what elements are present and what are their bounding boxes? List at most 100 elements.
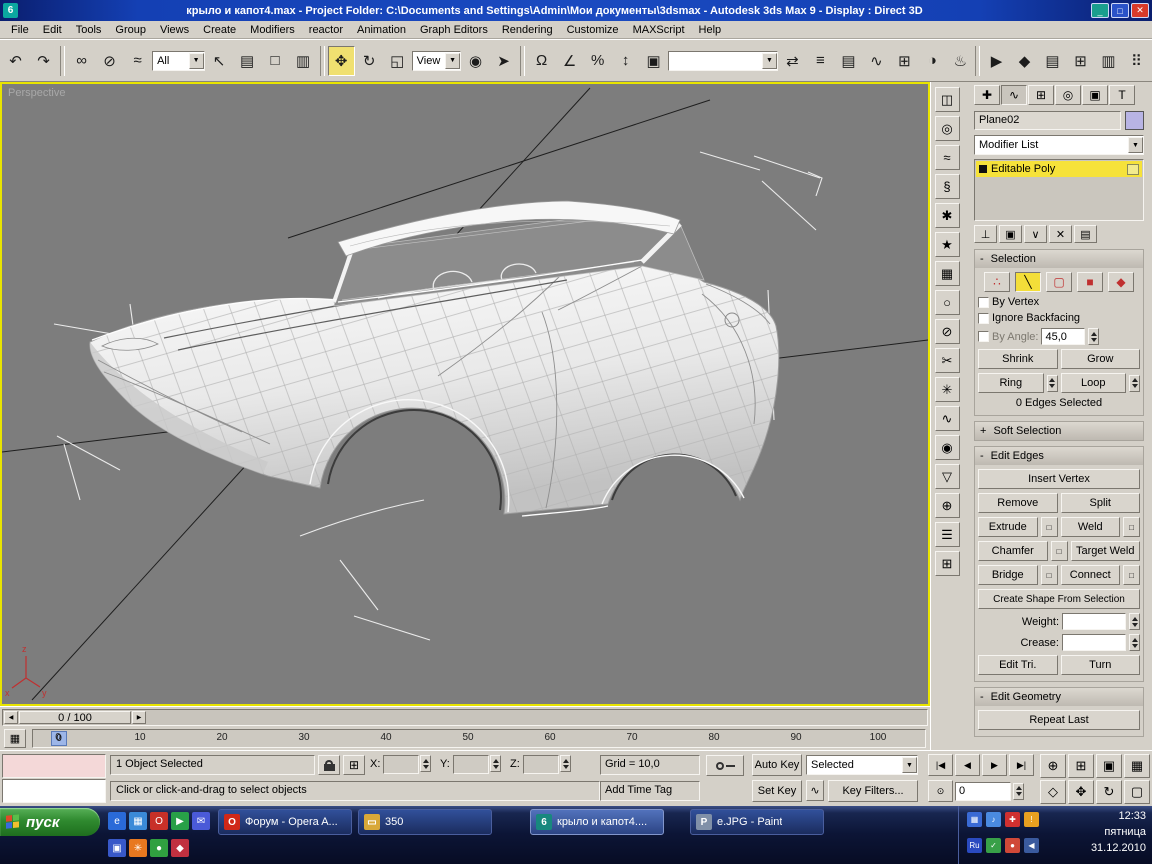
- element-mode-icon[interactable]: ◆: [1108, 272, 1134, 292]
- extras-icon[interactable]: ⠿: [1123, 46, 1150, 76]
- polygon-mode-icon[interactable]: ■: [1077, 272, 1103, 292]
- vertex-mode-icon[interactable]: ∴: [984, 272, 1010, 292]
- loop-button[interactable]: Loop: [1061, 373, 1127, 393]
- make-unique-icon[interactable]: ∨: [1024, 225, 1047, 243]
- turn-button[interactable]: Turn: [1061, 655, 1141, 675]
- spinner-snap-icon[interactable]: ↕: [612, 46, 639, 76]
- weld-button[interactable]: Weld: [1061, 517, 1121, 537]
- select-and-rotate-icon[interactable]: ↻: [356, 46, 383, 76]
- configure-modifier-sets-icon[interactable]: ▤: [1074, 225, 1097, 243]
- by-vertex-checkbox[interactable]: [978, 297, 989, 308]
- menu-item[interactable]: Tools: [69, 22, 109, 38]
- menu-item[interactable]: Animation: [350, 22, 413, 38]
- taskbar-task-paint[interactable]: P e.JPG - Paint: [690, 809, 824, 835]
- close-button-icon[interactable]: ✕: [1131, 3, 1149, 18]
- extrude-button[interactable]: Extrude: [978, 517, 1038, 537]
- select-and-scale-icon[interactable]: ◱: [384, 46, 411, 76]
- menu-item[interactable]: reactor: [302, 22, 350, 38]
- modifier-stack-item-label[interactable]: Editable Poly: [991, 163, 1055, 175]
- render-last-icon[interactable]: ◆: [1011, 46, 1038, 76]
- bridge-settings-icon[interactable]: □: [1041, 565, 1058, 585]
- shrink-button[interactable]: Shrink: [978, 349, 1058, 369]
- bridge-button[interactable]: Bridge: [978, 565, 1038, 585]
- select-and-manipulate-icon[interactable]: ➤: [490, 46, 517, 76]
- schematic-view-icon[interactable]: ⊞: [891, 46, 918, 76]
- repeat-last-button[interactable]: Repeat Last: [978, 710, 1140, 730]
- side-tool-icon-2[interactable]: ◎: [935, 116, 960, 141]
- key-mode-dropdown[interactable]: Selected ▼: [806, 755, 918, 775]
- weight-field[interactable]: [1062, 613, 1126, 630]
- tab-display-icon[interactable]: ▣: [1082, 85, 1108, 105]
- grow-button[interactable]: Grow: [1061, 349, 1141, 369]
- chamfer-settings-icon[interactable]: □: [1051, 541, 1068, 561]
- modifier-stack-selected-row[interactable]: Editable Poly: [976, 161, 1142, 177]
- quicklaunch-icon-9[interactable]: ◆: [171, 839, 189, 857]
- side-tool-icon-5[interactable]: ✱: [935, 203, 960, 228]
- menu-item[interactable]: Views: [153, 22, 196, 38]
- set-key-button[interactable]: Set Key: [752, 780, 802, 802]
- menu-item[interactable]: Edit: [36, 22, 69, 38]
- chevron-down-icon[interactable]: ▼: [762, 53, 777, 69]
- select-and-link-icon[interactable]: ∞: [68, 46, 95, 76]
- quicklaunch-icon-7[interactable]: ✳: [129, 839, 147, 857]
- auto-key-button[interactable]: Auto Key: [752, 754, 802, 776]
- previous-frame-icon[interactable]: ◀: [955, 754, 980, 776]
- menu-item[interactable]: Help: [692, 22, 729, 38]
- z-spinner[interactable]: [560, 755, 571, 772]
- taskbar-task-opera[interactable]: O Форум - Opera A...: [218, 809, 352, 835]
- perspective-viewport[interactable]: Perspective: [0, 82, 930, 706]
- start-button[interactable]: пуск: [0, 808, 100, 836]
- border-mode-icon[interactable]: ▢: [1046, 272, 1072, 292]
- target-weld-button[interactable]: Target Weld: [1071, 541, 1141, 561]
- menu-item[interactable]: MAXScript: [626, 22, 692, 38]
- menu-item[interactable]: Rendering: [495, 22, 560, 38]
- soft-selection-rollout-header[interactable]: + Soft Selection: [975, 422, 1143, 440]
- selection-lock-icon[interactable]: [318, 755, 340, 775]
- tray-antivirus-icon[interactable]: ✚: [1005, 812, 1020, 827]
- field-of-view-icon[interactable]: ◇: [1040, 780, 1066, 804]
- ring-spinner[interactable]: [1047, 375, 1058, 392]
- loop-spinner[interactable]: [1129, 375, 1140, 392]
- by-angle-spinner[interactable]: [1088, 328, 1099, 345]
- select-object-icon[interactable]: ↖: [206, 46, 233, 76]
- menu-item[interactable]: Graph Editors: [413, 22, 495, 38]
- select-and-move-icon[interactable]: ✥: [328, 46, 355, 76]
- chevron-down-icon[interactable]: ▼: [189, 53, 204, 69]
- by-angle-checkbox[interactable]: [978, 331, 989, 342]
- menu-item[interactable]: Group: [108, 22, 153, 38]
- redo-icon[interactable]: ↷: [30, 46, 57, 76]
- maximize-viewport-icon[interactable]: ▢: [1124, 780, 1150, 804]
- tray-messenger-icon[interactable]: ●: [1005, 838, 1020, 853]
- bind-to-space-warp-icon[interactable]: ≈: [124, 46, 151, 76]
- quicklaunch-icon-8[interactable]: ●: [150, 839, 168, 857]
- side-tool-icon-17[interactable]: ⊞: [935, 551, 960, 576]
- maxscript-macro-recorder[interactable]: [2, 754, 106, 778]
- pan-icon[interactable]: ✥: [1068, 780, 1094, 804]
- chamfer-button[interactable]: Chamfer: [978, 541, 1048, 561]
- frame-back-arrow[interactable]: ◀: [4, 711, 18, 724]
- z-coordinate-field[interactable]: [523, 755, 559, 774]
- modifier-list-dropdown[interactable]: Modifier List ▼: [974, 135, 1144, 155]
- layers-icon[interactable]: ▤: [1039, 46, 1066, 76]
- edit-edges-rollout-header[interactable]: - Edit Edges: [975, 447, 1143, 465]
- y-spinner[interactable]: [490, 755, 501, 772]
- tab-hierarchy-icon[interactable]: ⊞: [1028, 85, 1054, 105]
- by-angle-field[interactable]: 45,0: [1041, 328, 1085, 345]
- key-mode-toggle-icon[interactable]: ⊙: [928, 780, 953, 802]
- object-color-swatch[interactable]: [1125, 111, 1144, 130]
- material-editor-icon[interactable]: ◑: [919, 46, 946, 76]
- use-pivot-center-icon[interactable]: ◉: [462, 46, 489, 76]
- taskbar-task-folder[interactable]: ▭ 350: [358, 809, 492, 835]
- side-tool-icon-13[interactable]: ◉: [935, 435, 960, 460]
- side-tool-icon-11[interactable]: ✳: [935, 377, 960, 402]
- tab-utilities-icon[interactable]: T: [1109, 85, 1135, 105]
- quicklaunch-icon-6[interactable]: ▣: [108, 839, 126, 857]
- minimize-button-icon[interactable]: _: [1091, 3, 1109, 18]
- quicklaunch-browser-icon[interactable]: e: [108, 812, 126, 830]
- frame-forward-arrow[interactable]: ▶: [132, 711, 146, 724]
- arc-rotate-icon[interactable]: ↻: [1096, 780, 1122, 804]
- snap-toggle-icon[interactable]: Ω: [528, 46, 555, 76]
- grid-tools-icon[interactable]: ⊞: [1067, 46, 1094, 76]
- chevron-down-icon[interactable]: ▼: [902, 757, 917, 773]
- select-by-name-icon[interactable]: ▤: [234, 46, 261, 76]
